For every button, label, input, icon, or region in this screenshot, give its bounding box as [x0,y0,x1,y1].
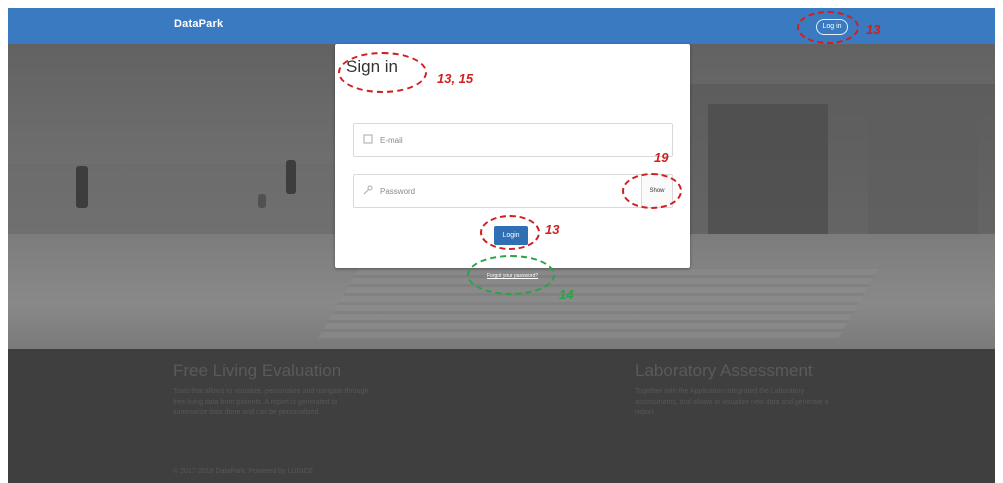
copyright-text: © 2017-2018 DataPark. Powered by LUDICE [173,468,314,475]
email-input[interactable] [380,131,620,149]
annotation-label-login: 13 [545,222,560,237]
envelope-icon [363,134,373,144]
annotation-label-forgot: 14 [559,287,574,302]
annotation-circle-nav-login [797,11,859,44]
key-icon [363,185,373,195]
annotation-circle-login [480,215,540,250]
brand-logo[interactable]: DataPark [174,18,223,30]
free-living-text: Tools that allows to visualize, personal… [173,388,369,416]
annotation-circle-title [338,52,427,93]
password-input[interactable] [380,182,620,200]
annotation-circle-forgot [467,255,555,295]
laboratory-text: Together with the Application integrated… [635,388,829,416]
annotation-label-nav-login: 13 [866,22,881,37]
app-frame: DataPark Log in Sign in Show Login Forgo… [8,8,995,483]
annotation-label-show: 19 [654,150,669,165]
free-living-title: Free Living Evaluation [173,361,342,380]
annotation-label-title: 13, 15 [437,71,474,86]
email-field[interactable] [353,123,673,157]
annotation-circle-show [622,173,682,209]
laboratory-title: Laboratory Assessment [635,361,813,380]
footer: Free Living Evaluation Tools that allows… [8,349,995,483]
